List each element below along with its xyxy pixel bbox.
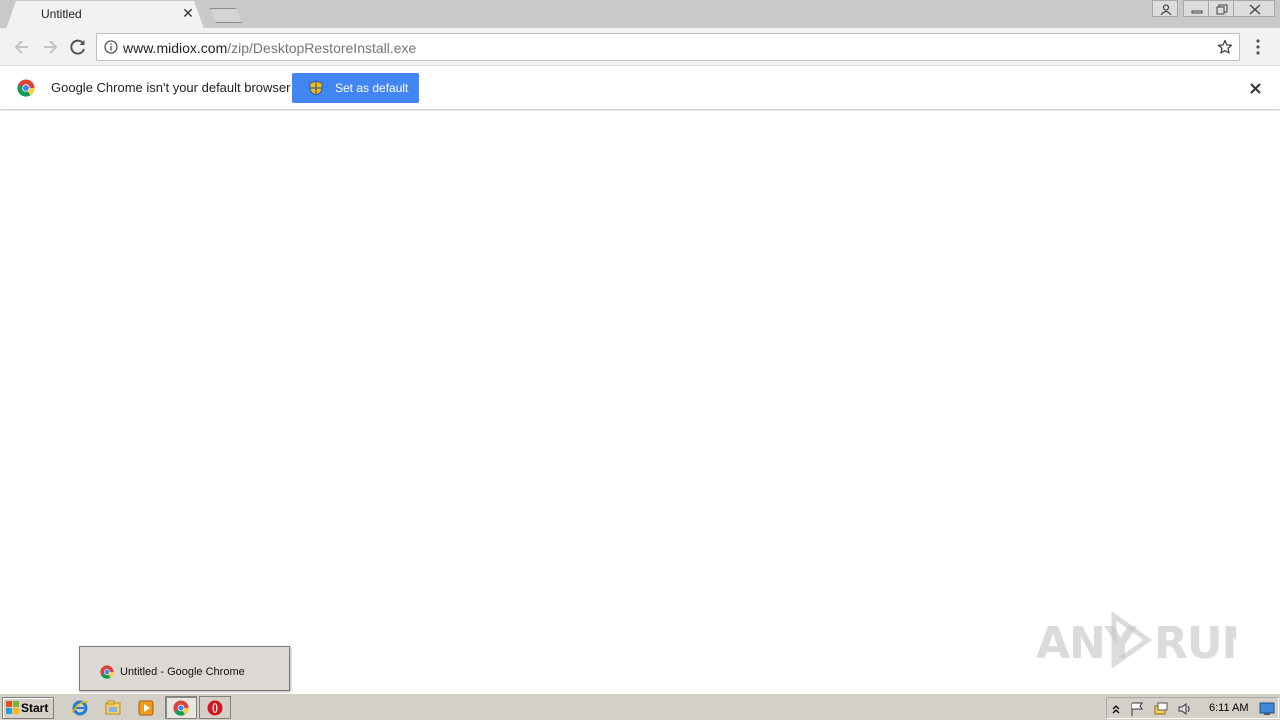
infobar-message: Google Chrome isn't your default browser <box>51 80 291 95</box>
tab-strip: Untitled ✕ <box>0 0 1280 29</box>
action-center-flag-icon[interactable] <box>1129 701 1145 717</box>
profile-button[interactable] <box>1152 0 1178 17</box>
close-window-button[interactable] <box>1233 0 1275 17</box>
chrome-menu-icon[interactable] <box>1254 38 1262 56</box>
user-icon <box>1160 4 1172 15</box>
explorer-icon[interactable] <box>102 698 124 718</box>
url-path: /zip/DesktopRestoreInstall.exe <box>227 40 417 56</box>
system-tray: 6:11 AM <box>1106 697 1279 719</box>
forward-arrow-icon[interactable] <box>40 37 60 57</box>
bookmark-star-icon[interactable] <box>1217 39 1233 55</box>
opera-taskbar-button[interactable] <box>199 696 231 719</box>
toolbar: www.midiox.com/zip/DesktopRestoreInstall… <box>0 28 1280 65</box>
start-button[interactable]: Start <box>2 697 54 719</box>
restore-icon <box>1216 4 1228 15</box>
media-player-icon[interactable] <box>135 698 157 718</box>
ie-icon[interactable] <box>69 698 91 718</box>
url-host: www.midiox.com <box>123 40 228 56</box>
tab-title: Untitled <box>41 7 82 21</box>
page-content <box>0 111 1280 693</box>
show-hidden-icons-icon[interactable] <box>1111 703 1121 715</box>
watermark-text-run: RUN <box>1154 618 1236 668</box>
chrome-preview-icon <box>100 665 114 679</box>
network-icon[interactable] <box>1153 701 1169 717</box>
chrome-icon <box>173 700 189 716</box>
set-as-default-button[interactable]: Set as default <box>292 73 419 103</box>
uac-shield-icon <box>309 80 323 96</box>
new-tab-button[interactable] <box>210 8 242 23</box>
reload-icon[interactable] <box>68 37 88 57</box>
minimize-button[interactable] <box>1183 0 1209 17</box>
chrome-logo-icon <box>17 79 35 97</box>
restore-button[interactable] <box>1208 0 1234 17</box>
show-desktop-icon[interactable] <box>1259 702 1275 716</box>
taskbar-preview[interactable]: Untitled - Google Chrome <box>79 646 290 691</box>
set-as-default-label: Set as default <box>335 81 409 95</box>
close-icon <box>1249 4 1261 15</box>
anyrun-watermark: ANY RUN <box>1036 608 1258 679</box>
opera-icon <box>207 700 223 716</box>
start-label: Start <box>21 701 49 715</box>
clock[interactable]: 6:11 AM <box>1209 702 1249 714</box>
back-arrow-icon[interactable] <box>12 37 32 57</box>
anyrun-logo-icon: ANY RUN <box>1036 611 1258 669</box>
windows-logo-icon <box>6 701 19 714</box>
chrome-taskbar-button[interactable] <box>165 696 197 719</box>
minimize-icon <box>1191 10 1203 14</box>
info-icon[interactable] <box>104 40 118 54</box>
tab-untitled[interactable] <box>6 1 204 29</box>
default-browser-infobar: Google Chrome isn't your default browser… <box>0 65 1280 110</box>
preview-title: Untitled - Google Chrome <box>120 666 245 678</box>
volume-icon[interactable] <box>1177 701 1193 717</box>
tab-close-icon[interactable]: ✕ <box>181 6 195 20</box>
infobar-close-icon[interactable] <box>1247 80 1264 97</box>
address-bar[interactable]: www.midiox.com/zip/DesktopRestoreInstall… <box>96 33 1240 61</box>
taskbar: Start 6:11 AM <box>0 693 1280 720</box>
